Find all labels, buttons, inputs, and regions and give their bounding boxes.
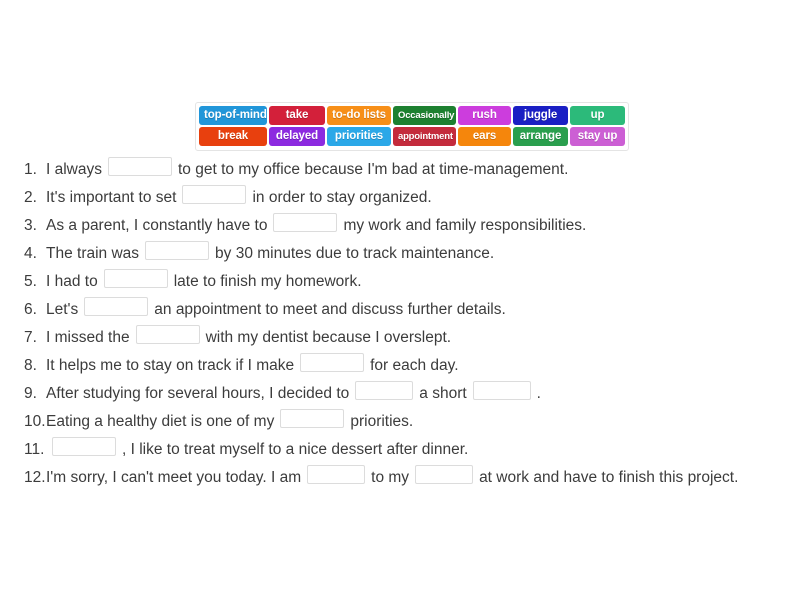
sentence-line: 4. The train was by 30 minutes due to tra…	[24, 239, 784, 267]
sentence-line: 8. It helps me to stay on track if I make…	[24, 351, 784, 379]
word-tile[interactable]: top-of-mind	[199, 106, 267, 125]
answer-blank[interactable]	[472, 381, 531, 400]
sentence-line: 7. I missed the with my dentist because I…	[24, 323, 784, 351]
answer-blank[interactable]	[84, 297, 149, 316]
sentence-text: I had to	[46, 273, 98, 290]
answer-blank[interactable]	[273, 213, 338, 232]
sentence-number: 10.	[24, 413, 46, 430]
answer-blank[interactable]	[307, 465, 366, 484]
sentence-text: Eating a healthy diet is one of my	[46, 413, 275, 430]
word-tile[interactable]: break	[199, 127, 267, 146]
answer-blank[interactable]	[300, 353, 365, 372]
sentence-text: to my	[371, 469, 410, 486]
sentence-text: an appointment to meet and discuss furth…	[154, 301, 506, 318]
word-tile[interactable]: stay up	[570, 127, 625, 146]
sentence-text: The train was	[46, 245, 140, 262]
sentence-line: 5. I had to late to finish my homework.	[24, 267, 784, 295]
sentence-line: 2. It's important to set in order to stay…	[24, 183, 784, 211]
sentence-list: 1. I always to get to my office because I…	[24, 155, 784, 491]
sentence-text: After studying for several hours, I deci…	[46, 385, 350, 402]
answer-blank[interactable]	[182, 185, 247, 204]
sentence-number: 5.	[24, 273, 37, 290]
sentence-line: 3. As a parent, I constantly have to my w…	[24, 211, 784, 239]
answer-blank[interactable]	[355, 381, 414, 400]
word-tile[interactable]: up	[570, 106, 625, 125]
word-tile[interactable]: juggle	[513, 106, 568, 125]
sentence-line: 11. , I like to treat myself to a nice de…	[24, 435, 784, 463]
sentence-number: 7.	[24, 329, 37, 346]
sentence-text: .	[536, 385, 541, 402]
sentence-number: 4.	[24, 245, 37, 262]
sentence-line: 9. After studying for several hours, I de…	[24, 379, 784, 407]
sentence-text: It helps me to stay on track if I make	[46, 357, 295, 374]
sentence-text: a short	[419, 385, 467, 402]
answer-blank[interactable]	[415, 465, 474, 484]
sentence-text: I always	[46, 161, 102, 178]
word-bank-row: top-of-mind take to-do lists Occasionally ru…	[199, 106, 625, 125]
sentence-number: 2.	[24, 189, 37, 206]
sentence-number: 11.	[24, 441, 45, 458]
word-tile[interactable]: priorities	[327, 127, 391, 146]
word-tile[interactable]: take	[269, 106, 325, 125]
sentence-text: my work and family responsibilities.	[343, 217, 587, 234]
word-tile[interactable]: appointment	[393, 127, 456, 146]
answer-blank[interactable]	[108, 157, 172, 176]
sentence-line: 10. Eating a healthy diet is one of my pr…	[24, 407, 784, 435]
sentence-text: in order to stay organized.	[252, 189, 432, 206]
sentence-text: I'm sorry, I can't meet you today. I am	[46, 469, 302, 486]
sentence-text: late to finish my homework.	[173, 273, 362, 290]
sentence-text: by 30 minutes due to track maintenance.	[215, 245, 495, 262]
sentence-number: 12.	[24, 469, 46, 486]
sentence-number: 3.	[24, 217, 37, 234]
sentence-line: 1. I always to get to my office because I…	[24, 155, 784, 183]
sentence-text: , I like to treat myself to a nice desse…	[122, 441, 469, 458]
sentence-text: priorities.	[350, 413, 414, 430]
answer-blank[interactable]	[145, 241, 210, 260]
sentence-number: 6.	[24, 301, 37, 318]
word-tile[interactable]: ears	[458, 127, 511, 146]
sentence-text: to get to my office because I'm bad at t…	[178, 161, 569, 178]
answer-blank[interactable]	[52, 437, 116, 456]
sentence-text: for each day.	[370, 357, 459, 374]
answer-blank[interactable]	[135, 325, 200, 344]
sentence-number: 9.	[24, 385, 37, 402]
sentence-number: 8.	[24, 357, 37, 374]
word-tile[interactable]: arrange	[513, 127, 568, 146]
answer-blank[interactable]	[103, 269, 168, 288]
sentence-text: Let's	[46, 301, 79, 318]
sentence-line: 12. I'm sorry, I can't meet you today. I …	[24, 463, 784, 491]
word-bank-row: break delayed priorities appointment ears arr…	[199, 127, 625, 146]
word-tile[interactable]: Occasionally	[393, 106, 456, 125]
word-bank: top-of-mind take to-do lists Occasionally ru…	[195, 102, 629, 151]
word-tile[interactable]: delayed	[269, 127, 325, 146]
sentence-text: I missed the	[46, 329, 130, 346]
sentence-text: with my dentist because I overslept.	[205, 329, 452, 346]
word-tile[interactable]: to-do lists	[327, 106, 391, 125]
answer-blank[interactable]	[280, 409, 345, 428]
sentence-text: It's important to set	[46, 189, 177, 206]
sentence-number: 1.	[24, 161, 37, 178]
sentence-text: As a parent, I constantly have to	[46, 217, 268, 234]
sentence-text: at work and have to finish this project.	[479, 469, 739, 486]
sentence-line: 6. Let's an appointment to meet and discu…	[24, 295, 784, 323]
word-tile[interactable]: rush	[458, 106, 511, 125]
